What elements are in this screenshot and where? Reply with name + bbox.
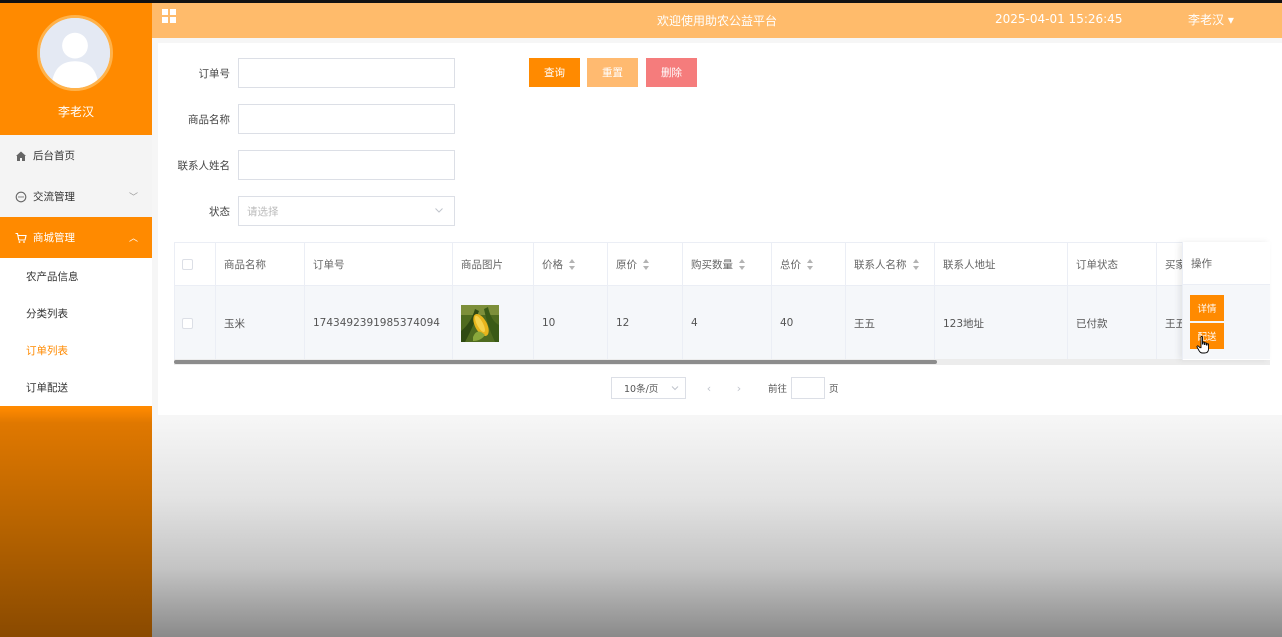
- cell-contact-name: 王五: [846, 286, 935, 360]
- product-name-label: 商品名称: [188, 113, 230, 126]
- cell-contact-address: 123地址: [935, 286, 1068, 360]
- sort-icon[interactable]: [739, 258, 746, 270]
- sort-icon[interactable]: [807, 258, 814, 270]
- header-datetime: 2025-04-01 15:26:45: [995, 12, 1123, 26]
- header-original-price-label: 原价: [616, 258, 637, 271]
- user-menu[interactable]: 李老汉 ▾: [1188, 11, 1234, 28]
- contact-name-row: 联系人姓名: [166, 150, 455, 180]
- sidebar-item-label: 交流管理: [33, 191, 75, 203]
- header-quantity-label: 购买数量: [691, 258, 733, 271]
- sidebar-item-label: 后台首页: [33, 150, 75, 162]
- header-price[interactable]: 价格: [534, 243, 608, 285]
- cell-order-status: 已付款: [1068, 286, 1157, 360]
- page-size-select[interactable]: 10条/页: [611, 377, 686, 399]
- sidebar-item-home[interactable]: 后台首页: [0, 135, 152, 176]
- contact-name-input[interactable]: [238, 150, 455, 180]
- main-content: 订单号 商品名称 联系人姓名 状态 请选择 查询 重置 删除 商品名称 订单号 …: [152, 38, 1282, 637]
- status-label: 状态: [209, 205, 230, 218]
- goto-page-input[interactable]: [791, 377, 826, 399]
- order-no-row: 订单号: [166, 58, 455, 88]
- table-horizontal-scrollbar[interactable]: [174, 359, 1270, 365]
- cell-product-name: 玉米: [216, 286, 305, 360]
- user-avatar-icon: [40, 18, 110, 88]
- goto-label: 前往: [768, 384, 788, 395]
- header-product-name: 商品名称: [216, 243, 305, 285]
- table-row[interactable]: 玉米 1743492391985374094 10 12 4 40 王五 123…: [175, 286, 1269, 360]
- header-contact-address: 联系人地址: [935, 243, 1068, 285]
- page-suffix-label: 页: [829, 384, 839, 395]
- page-size-value: 10条/页: [624, 384, 659, 395]
- sidebar-item-delivery[interactable]: 订单配送: [0, 369, 152, 406]
- sidebar-item-orders[interactable]: 订单列表: [0, 332, 152, 369]
- header-price-label: 价格: [542, 258, 563, 271]
- orders-table: 商品名称 订单号 商品图片 价格 原价 购买数量 总价 联系人名称 联系人地址 …: [174, 242, 1270, 364]
- order-no-label: 订单号: [198, 67, 231, 80]
- sort-icon[interactable]: [912, 258, 920, 270]
- header-product-image: 商品图片: [453, 243, 534, 285]
- sidebar-menu: 后台首页 交流管理 ﹀ 商城管理 ︿: [0, 135, 152, 258]
- header-contact-name-label: 联系人名称: [854, 258, 907, 271]
- cell-product-image: [453, 286, 534, 360]
- chat-icon: [14, 190, 28, 204]
- table-header-row: 商品名称 订单号 商品图片 价格 原价 购买数量 总价 联系人名称 联系人地址 …: [175, 243, 1269, 286]
- header-contact-name[interactable]: 联系人名称: [846, 243, 935, 285]
- query-button[interactable]: 查询: [529, 58, 580, 87]
- cart-icon: [14, 231, 28, 245]
- scrollbar-thumb[interactable]: [174, 360, 937, 364]
- sort-icon[interactable]: [643, 258, 650, 270]
- header-total-label: 总价: [780, 258, 801, 271]
- header-total[interactable]: 总价: [772, 243, 846, 285]
- sidebar-item-mall[interactable]: 商城管理 ︿: [0, 217, 152, 258]
- select-all-cell: [175, 243, 216, 285]
- status-select[interactable]: 请选择: [238, 196, 455, 226]
- status-row: 状态 请选择: [166, 196, 455, 226]
- top-header: 欢迎使用助农公益平台 2025-04-01 15:26:45 李老汉 ▾: [152, 3, 1282, 38]
- cell-quantity: 4: [683, 286, 772, 360]
- sidebar-item-products[interactable]: 农产品信息: [0, 258, 152, 295]
- corn-image[interactable]: [461, 304, 499, 342]
- header-original-price[interactable]: 原价: [608, 243, 683, 285]
- header-order-no: 订单号: [305, 243, 453, 285]
- home-icon: [14, 149, 28, 163]
- detail-button[interactable]: 详情: [1190, 295, 1224, 321]
- cell-original-price: 12: [608, 286, 683, 360]
- sidebar-item-categories[interactable]: 分类列表: [0, 295, 152, 332]
- sidebar-username: 李老汉: [57, 105, 94, 119]
- delete-button[interactable]: 删除: [646, 58, 697, 87]
- sidebar-item-exchange[interactable]: 交流管理 ﹀: [0, 176, 152, 217]
- cell-order-no: 1743492391985374094: [305, 286, 453, 360]
- sort-icon[interactable]: [569, 258, 576, 270]
- content-panel: 订单号 商品名称 联系人姓名 状态 请选择 查询 重置 删除 商品名称 订单号 …: [158, 43, 1282, 415]
- next-page-icon[interactable]: ›: [724, 382, 754, 395]
- reset-button[interactable]: 重置: [587, 58, 638, 87]
- contact-name-label: 联系人姓名: [177, 159, 231, 172]
- profile-panel: 李老汉: [0, 3, 152, 135]
- sidebar-submenu: 农产品信息 分类列表 订单列表 订单配送: [0, 258, 152, 406]
- chevron-down-icon: [435, 208, 443, 213]
- sidebar-item-label: 商城管理: [33, 232, 75, 244]
- product-name-row: 商品名称: [166, 104, 455, 134]
- pagination: 10条/页 ‹ › 前往 页: [611, 377, 839, 399]
- header-quantity[interactable]: 购买数量: [683, 243, 772, 285]
- avatar[interactable]: [37, 15, 113, 91]
- hand-cursor-icon: [1196, 336, 1209, 354]
- row-select-cell: [175, 286, 216, 360]
- cell-price: 10: [534, 286, 608, 360]
- row-checkbox[interactable]: [182, 317, 193, 329]
- select-all-checkbox[interactable]: [182, 258, 193, 270]
- header-order-status: 订单状态: [1068, 243, 1157, 285]
- prev-page-icon[interactable]: ‹: [694, 382, 724, 395]
- chevron-up-icon: ︿: [128, 234, 138, 244]
- sidebar: 李老汉 后台首页 交流管理 ﹀ 商城管理 ︿ 农产品信息 分类列表 订单列表 订…: [0, 3, 152, 637]
- chevron-down-icon: ﹀: [128, 193, 138, 203]
- chevron-down-icon: [671, 386, 679, 391]
- product-name-input[interactable]: [238, 104, 455, 134]
- status-placeholder: 请选择: [247, 205, 279, 218]
- cell-total: 40: [772, 286, 846, 360]
- order-no-input[interactable]: [238, 58, 455, 88]
- header-operation: 操作: [1183, 242, 1270, 285]
